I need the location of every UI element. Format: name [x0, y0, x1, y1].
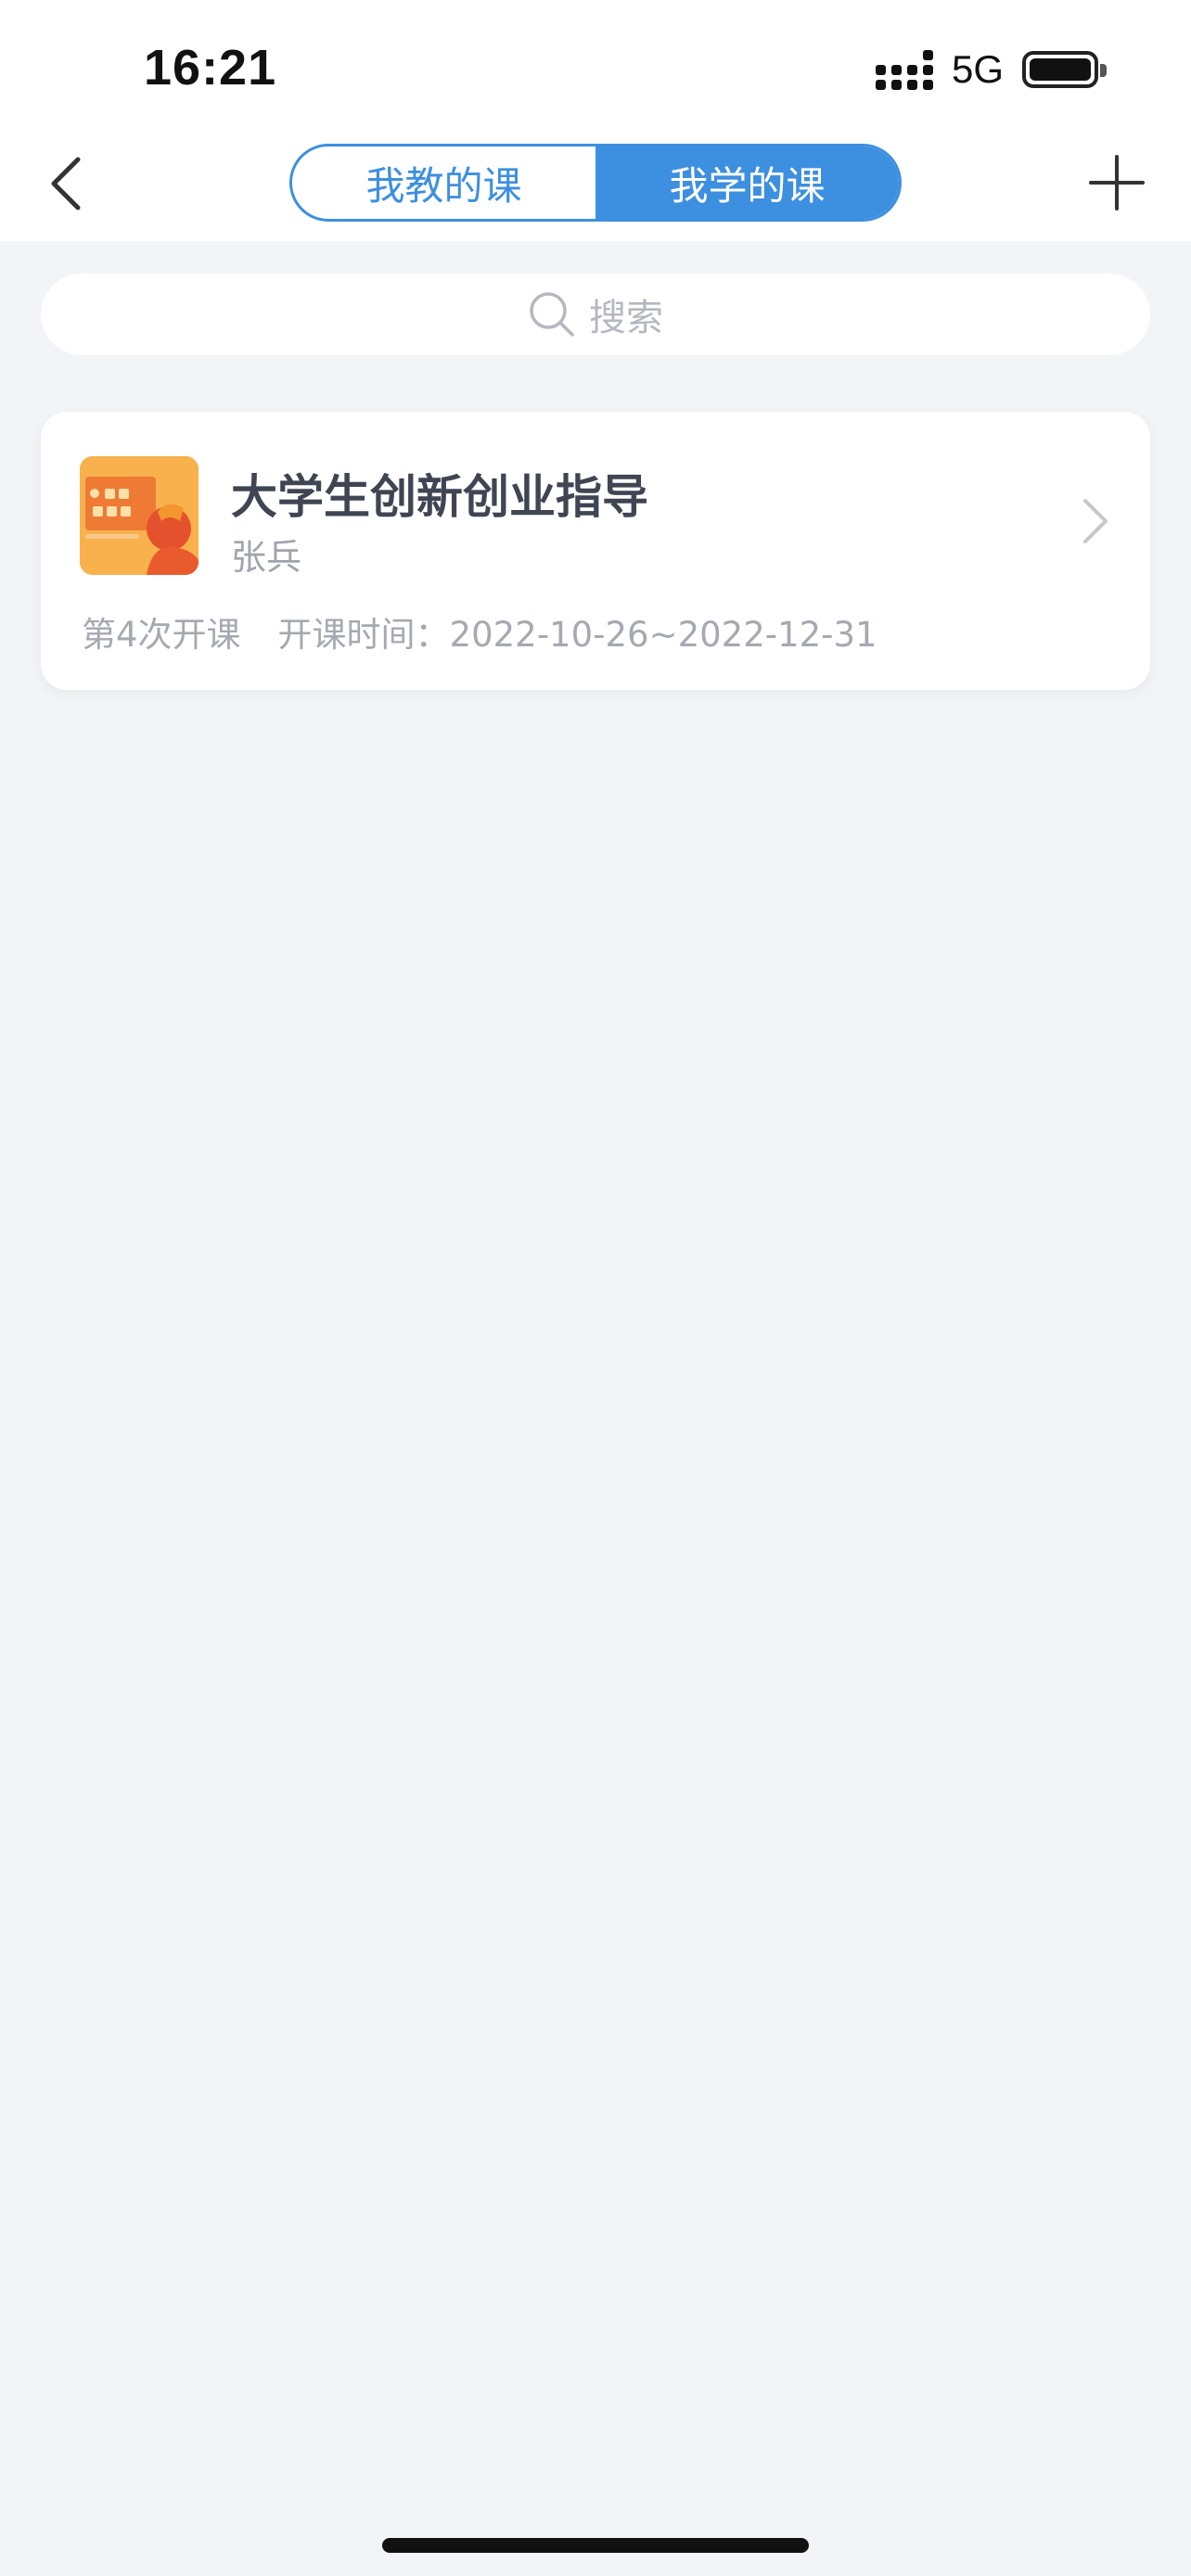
back-button[interactable] — [37, 148, 93, 218]
tab-teaching-courses[interactable]: 我教的课 — [292, 147, 596, 219]
course-role-switch: 我教的课 我学的课 — [289, 144, 902, 222]
status-time: 16:21 — [144, 40, 277, 96]
add-button[interactable] — [1087, 153, 1146, 212]
course-title: 大学生创新创业指导 — [231, 470, 648, 524]
chevron-right-icon — [1083, 499, 1108, 543]
network-type: 5G — [951, 47, 1004, 91]
battery-icon — [1022, 51, 1107, 88]
plus-icon — [1089, 155, 1145, 210]
chevron-left-icon — [51, 157, 81, 210]
course-thumbnail — [80, 456, 198, 575]
course-schedule: 开课时间：2022-10-26~2022-12-31 — [277, 615, 877, 655]
course-meta: 第4次开课 开课时间：2022-10-26~2022-12-31 — [82, 606, 877, 657]
home-indicator — [382, 2538, 809, 2553]
search-icon — [530, 292, 574, 337]
course-card[interactable]: 大学生创新创业指导 张兵 第4次开课 开课时间：2022-10-26~2022-… — [41, 412, 1150, 690]
signal-strength-icon — [875, 49, 933, 90]
course-session: 第4次开课 — [82, 615, 241, 655]
search-input[interactable]: 搜索 — [41, 274, 1150, 355]
tab-learning-courses[interactable]: 我学的课 — [596, 147, 899, 219]
top-bar: 16:21 5G 我教的课 我学的课 — [0, 0, 1191, 241]
course-teacher: 张兵 — [231, 537, 302, 578]
search-placeholder: 搜索 — [589, 297, 663, 339]
status-indicators: 5G — [875, 46, 1107, 93]
